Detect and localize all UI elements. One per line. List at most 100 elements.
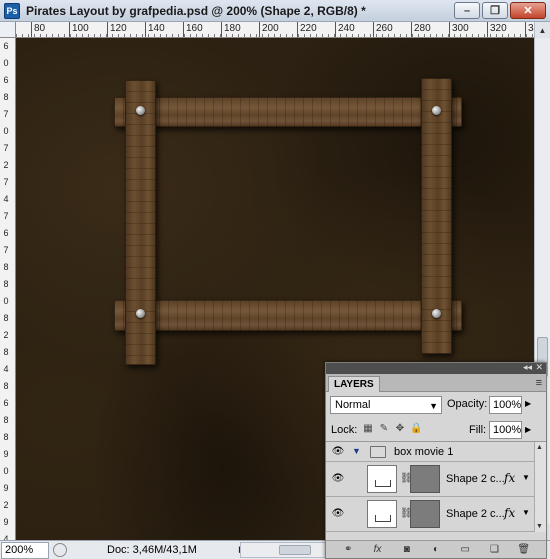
visibility-eye-icon[interactable]: 👁 [331,508,345,520]
ruler-tick-label: 280 [414,23,431,34]
ruler-tick-label: 2 [3,160,9,170]
fill-input[interactable]: 100% [489,421,522,439]
vector-mask-thumbnail [410,500,440,528]
ruler-tick-label: 9 [3,483,9,493]
panel-menu-icon[interactable]: ≡ [536,377,542,389]
ruler-tick-label: 140 [148,23,165,34]
ruler-tick-label: 7 [3,109,9,119]
ruler-major-tick [183,22,184,37]
fx-icon[interactable]: fx [371,544,385,556]
scroll-down-arrow-icon[interactable]: ▼ [536,523,543,530]
adjustment-icon[interactable]: ◐ [429,544,443,556]
group-name: box movie 1 [394,446,454,458]
scroll-up-arrow-icon[interactable]: ▲ [535,22,550,38]
fill-slider-arrow-icon[interactable]: ▶ [525,425,531,434]
panel-tab-strip: LAYERS ≡ [326,374,546,392]
ruler-tick-label: 220 [300,23,317,34]
layer-name: Shape 2 c... [446,473,505,485]
horizontal-scrollbar-thumb[interactable] [279,545,311,555]
ruler-major-tick [335,22,336,37]
panel-header-bar: ◂◂ ✕ [326,362,546,374]
layer-list-scrollbar[interactable]: ▲ ▼ [534,442,546,532]
fx-icon[interactable]: fx [504,506,515,520]
ruler-tick-label: 300 [452,23,469,34]
scroll-up-arrow-icon[interactable]: ▲ [536,444,543,451]
fx-icon[interactable]: fx [504,471,515,485]
layer-list: 👁 ▼ box movie 1 👁 ⛓ Shape 2 c... fx ▼ 👁 … [326,442,546,532]
lock-all-padlock-icon[interactable]: 🔒 [410,423,422,435]
close-panel-icon[interactable]: ✕ [535,362,543,373]
visibility-eye-icon[interactable]: 👁 [331,473,345,485]
layers-panel: ◂◂ ✕ LAYERS ≡ Normal ▼ Opacity: 100% ▶ L… [325,362,547,559]
opacity-input[interactable]: 100% [489,396,522,414]
ruler-tick-label: 8 [3,347,9,357]
folder-icon[interactable]: ▭ [458,544,472,556]
ruler-origin[interactable] [0,22,16,38]
ruler-tick-label: 0 [3,296,9,306]
layer-group-row[interactable]: 👁 ▼ box movie 1 [326,442,534,462]
ruler-tick-label: 8 [3,279,9,289]
layer-row[interactable]: 👁 ⛓ Shape 2 c... fx ▼ [326,497,534,532]
close-button[interactable]: ✕ [510,2,546,19]
nail-icon [136,309,145,318]
ruler-major-tick [449,22,450,37]
nail-icon [432,309,441,318]
ruler-major-tick [259,22,260,37]
window-controls: – ❐ ✕ [454,2,546,19]
ruler-tick-label: 240 [338,23,355,34]
expand-effects-arrow-icon[interactable]: ▼ [522,508,530,517]
new-layer-icon[interactable]: ❏ [488,544,502,556]
collapse-panel-icon[interactable]: ◂◂ [523,362,532,373]
title-bar: Ps Pirates Layout by grafpedia.psd @ 200… [0,0,550,22]
ruler-tick-label: 6 [3,41,9,51]
window-title: Pirates Layout by grafpedia.psd @ 200% (… [26,3,366,18]
layer-name: Shape 2 c... [446,508,505,520]
link-icon[interactable]: ⚭ [341,544,355,556]
ruler-major-tick [487,22,488,37]
lock-transparency-icon[interactable]: ▦ [362,423,374,435]
document-size-info: Doc: 3,46M/43,1M [107,544,197,556]
zoom-level-field[interactable]: 200% [1,541,49,559]
ruler-tick-label: 8 [3,432,9,442]
ruler-tick-label: 7 [3,143,9,153]
vector-mask-thumbnail [410,465,440,493]
ruler-major-tick [525,22,526,37]
ruler-major-tick [297,22,298,37]
opacity-slider-arrow-icon[interactable]: ▶ [525,399,531,408]
lock-image-brush-icon[interactable]: ✎ [378,423,390,435]
ruler-major-tick [107,22,108,37]
maximize-button[interactable]: ❐ [482,2,508,19]
expand-effects-arrow-icon[interactable]: ▼ [522,473,530,482]
ruler-tick-label: 9 [3,517,9,527]
ruler-tick-label: 7 [3,211,9,221]
ruler-tick-label: 4 [3,194,9,204]
lock-position-move-icon[interactable]: ✥ [394,423,406,435]
tab-layers[interactable]: LAYERS [328,376,380,392]
ruler-tick-label: 7 [3,245,9,255]
layer-thumbnail [367,500,397,528]
blend-mode-select[interactable]: Normal ▼ [330,396,442,414]
ruler-tick-label: 8 [3,313,9,323]
ruler-major-tick [145,22,146,37]
document-status-icon[interactable] [53,543,67,557]
ruler-tick-label: 6 [3,75,9,85]
ruler-tick-label: 6 [3,228,9,238]
blend-mode-value: Normal [335,399,371,411]
ruler-tick-label: 0 [3,126,9,136]
ruler-tick-label: 8 [3,262,9,272]
ruler-major-tick [411,22,412,37]
layer-row[interactable]: 👁 ⛓ Shape 2 c... fx ▼ [326,462,534,497]
fill-label: Fill: [469,424,487,436]
chevron-down-icon: ▼ [429,401,438,411]
mask-icon[interactable]: ◙ [400,544,414,556]
horizontal-scrollbar[interactable] [240,542,332,558]
horizontal-ruler[interactable]: 8010012014016018020022024026028030032034… [16,22,534,38]
ruler-major-tick [221,22,222,37]
expand-triangle-icon[interactable]: ▼ [352,446,361,456]
vertical-ruler[interactable]: 606870727476788082848688909294 [0,38,16,540]
minimize-button[interactable]: – [454,2,480,19]
trash-icon[interactable]: 🗑 [517,544,531,556]
visibility-eye-icon[interactable]: 👁 [331,446,345,458]
lock-label: Lock: [331,424,358,436]
bottom-plank [114,300,462,331]
